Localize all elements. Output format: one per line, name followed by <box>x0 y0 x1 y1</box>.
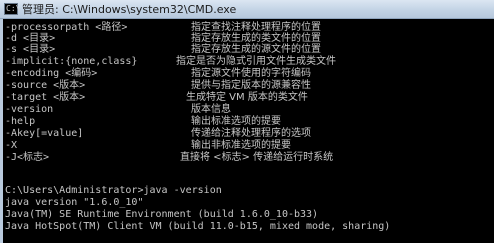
option-desc: 指定源文件使用的字符编码 <box>191 68 311 79</box>
option-flag: -version <box>5 104 54 115</box>
option-flag: -X <box>5 140 18 151</box>
option-desc: 指定存放生成的类文件的位置 <box>191 33 321 44</box>
cmd-icon[interactable]: C:\ <box>4 3 21 15</box>
cmd-window: C:\ 管理员: C:\Windows\system32\CMD.exe -pr… <box>0 0 494 243</box>
option-flag: -help <box>5 116 36 127</box>
option-desc: 指定存放生成的源文件的位置 <box>191 44 321 55</box>
output-line: java version "1.6.0_10" <box>5 197 144 208</box>
option-flag: -target <版本> <box>5 92 86 103</box>
title-bar[interactable]: C:\ 管理员: C:\Windows\system32\CMD.exe <box>0 0 494 19</box>
option-flag: -encoding <编码> <box>5 68 98 79</box>
option-desc: 传递给注释处理程序的选项 <box>191 128 311 139</box>
console-area[interactable]: -processorpath <路径> 指定查找注释处理程序的位置 -d <目录… <box>3 19 494 243</box>
option-flag: -d <目录> <box>5 33 56 44</box>
option-desc: 直接将 <标志> 传递给运行时系统 <box>180 152 334 163</box>
cmd-icon-glyph: C:\ <box>6 4 21 13</box>
output-line: Java HotSpot(TM) Client VM (build 11.0-b… <box>5 221 391 232</box>
command-prompt: C:\Users\Administrator>java -version <box>5 185 222 196</box>
option-flag: -Akey[=value] <box>5 128 84 139</box>
option-desc: 指定是否为隐式引用文件生成类文件 <box>176 56 336 67</box>
option-desc: 提供与指定版本的源兼容性 <box>191 80 311 91</box>
option-flag: -J<标志> <box>5 152 50 163</box>
option-desc: 输出标准选项的提要 <box>191 116 281 127</box>
window-title: 管理员: C:\Windows\system32\CMD.exe <box>22 3 237 16</box>
option-flag: -s <目录> <box>5 44 56 55</box>
option-desc: 生成特定 VM 版本的类文件 <box>186 92 308 103</box>
option-flag: -processorpath <路径> <box>5 22 128 33</box>
option-desc: 指定查找注释处理程序的位置 <box>191 22 321 33</box>
option-flag: -implicit:{none,class} <box>5 56 138 67</box>
option-flag: -source <版本> <box>5 80 86 91</box>
output-line: Java(TM) SE Runtime Environment (build 1… <box>5 209 319 220</box>
option-desc: 输出非标准选项的提要 <box>191 140 291 151</box>
option-desc: 版本信息 <box>191 104 231 115</box>
